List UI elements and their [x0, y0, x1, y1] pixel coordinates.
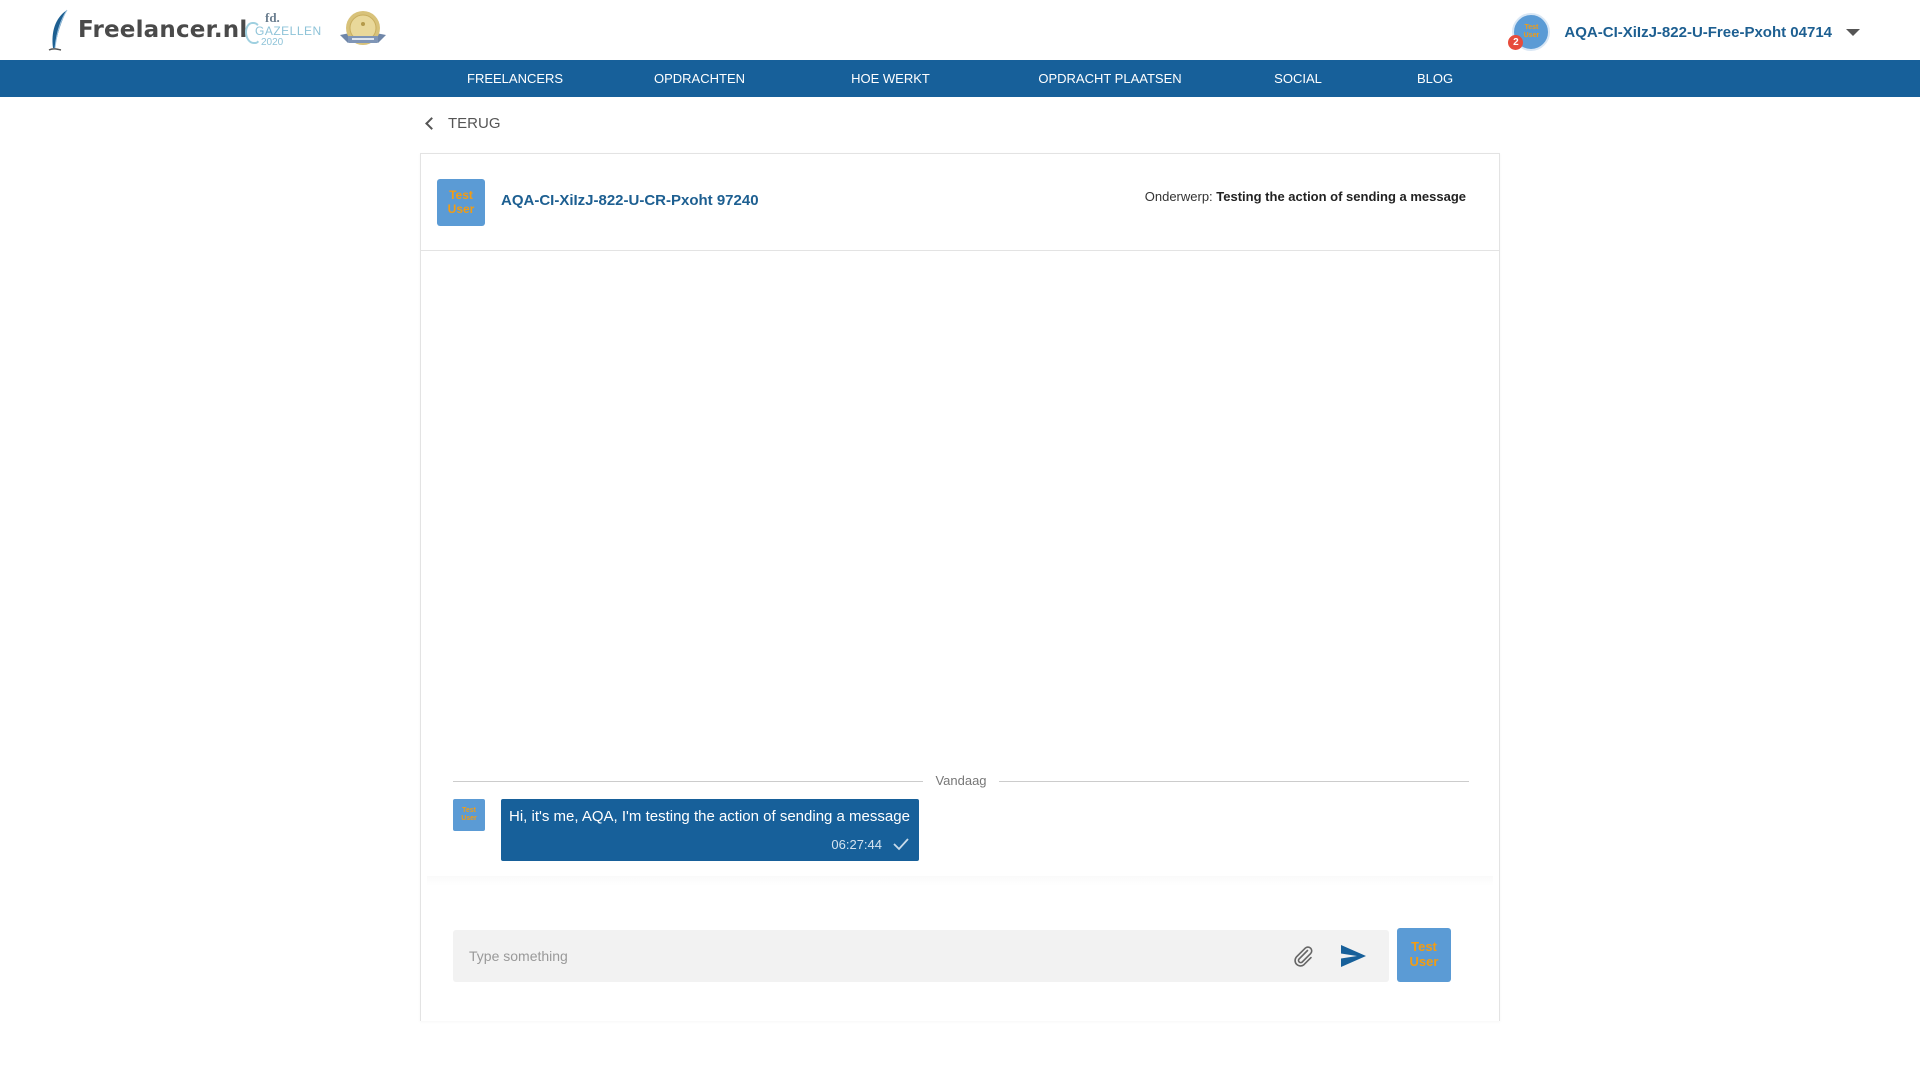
- award-medal-icon: [340, 11, 386, 45]
- send-icon[interactable]: [1339, 943, 1367, 969]
- sent-check-icon: [893, 838, 909, 851]
- message-input[interactable]: [453, 930, 1273, 982]
- avatar-text-line: Test: [1411, 939, 1437, 955]
- back-label: TERUG: [448, 114, 501, 132]
- compose-avatar: Test User: [1397, 928, 1451, 982]
- message-composer: [453, 930, 1389, 982]
- nav-blog[interactable]: BLOG: [1415, 60, 1455, 97]
- avatar-text-line: User: [1409, 954, 1439, 969]
- nav-opdracht-plaatsen[interactable]: OPDRACHT PLAATSEN: [1037, 60, 1183, 97]
- message-text: Hi, it's me, AQA, I'm testing the action…: [509, 808, 910, 825]
- partner-name[interactable]: AQA-CI-XiIzJ-822-U-CR-Pxoht 97240: [501, 192, 759, 209]
- avatar-text-line: User: [1523, 32, 1540, 39]
- conversation-card: Test User AQA-CI-XiIzJ-822-U-CR-Pxoht 97…: [420, 153, 1500, 1021]
- nav-hoe-werkt-het[interactable]: HOE WERKT HET: [837, 60, 944, 123]
- nav-social[interactable]: SOCIAL: [1273, 60, 1323, 97]
- subject-text: Testing the action of sending a message: [1216, 189, 1466, 204]
- nav-opdrachten[interactable]: OPDRACHTEN: [654, 60, 745, 97]
- logo[interactable]: Freelancer.nl: [45, 8, 247, 52]
- user-avatar[interactable]: Test User 2: [1508, 13, 1551, 51]
- brand-name: Freelancer.nl: [78, 17, 248, 43]
- compose-separator: [427, 876, 1493, 886]
- user-menu[interactable]: Test User 2 AQA-CI-XiIzJ-822-U-Free-Pxoh…: [1508, 12, 1860, 52]
- back-link[interactable]: TERUG: [424, 113, 501, 133]
- user-name[interactable]: AQA-CI-XiIzJ-822-U-Free-Pxoht 04714: [1564, 24, 1832, 41]
- fd-badge-year: 2020: [261, 37, 284, 48]
- conversation-header: Test User AQA-CI-XiIzJ-822-U-CR-Pxoht 97…: [421, 154, 1499, 251]
- message-bubble: Hi, it's me, AQA, I'm testing the action…: [501, 799, 919, 861]
- avatar-text: Test User: [1524, 24, 1540, 40]
- top-header: Freelancer.nl fd. GAZELLEN 2020 Test Use…: [0, 0, 1920, 60]
- message-avatar: Test User: [453, 799, 485, 831]
- avatar-text-line: User: [461, 815, 477, 822]
- feather-icon: [48, 9, 68, 51]
- day-divider: Vandaag: [453, 773, 1469, 789]
- day-label: Vandaag: [927, 773, 995, 788]
- avatar-text-line: Test: [462, 806, 476, 814]
- avatar-text-line: User: [447, 201, 475, 216]
- paperclip-icon[interactable]: [1291, 944, 1315, 968]
- fd-badge-label: GAZELLEN: [255, 24, 322, 38]
- main-nav: FREELANCERS OPDRACHTEN HOE WERKT HET OPD…: [0, 60, 1920, 123]
- partner-avatar[interactable]: Test User: [437, 179, 485, 226]
- chevron-down-icon[interactable]: [1846, 28, 1860, 36]
- notification-badge[interactable]: 2: [1508, 35, 1524, 50]
- fd-gazellen-badge: fd. GAZELLEN 2020: [245, 10, 321, 50]
- subject-label: Onderwerp:: [1144, 189, 1213, 204]
- avatar-text-line: Test: [1524, 24, 1539, 31]
- avatar-text-line: Test: [449, 187, 473, 202]
- conversation-subject: Onderwerp: Testing the action of sending…: [1145, 189, 1466, 204]
- message-time: 06:27:44: [831, 837, 882, 852]
- nav-freelancers[interactable]: FREELANCERS: [467, 60, 563, 97]
- chevron-left-icon: [425, 116, 438, 130]
